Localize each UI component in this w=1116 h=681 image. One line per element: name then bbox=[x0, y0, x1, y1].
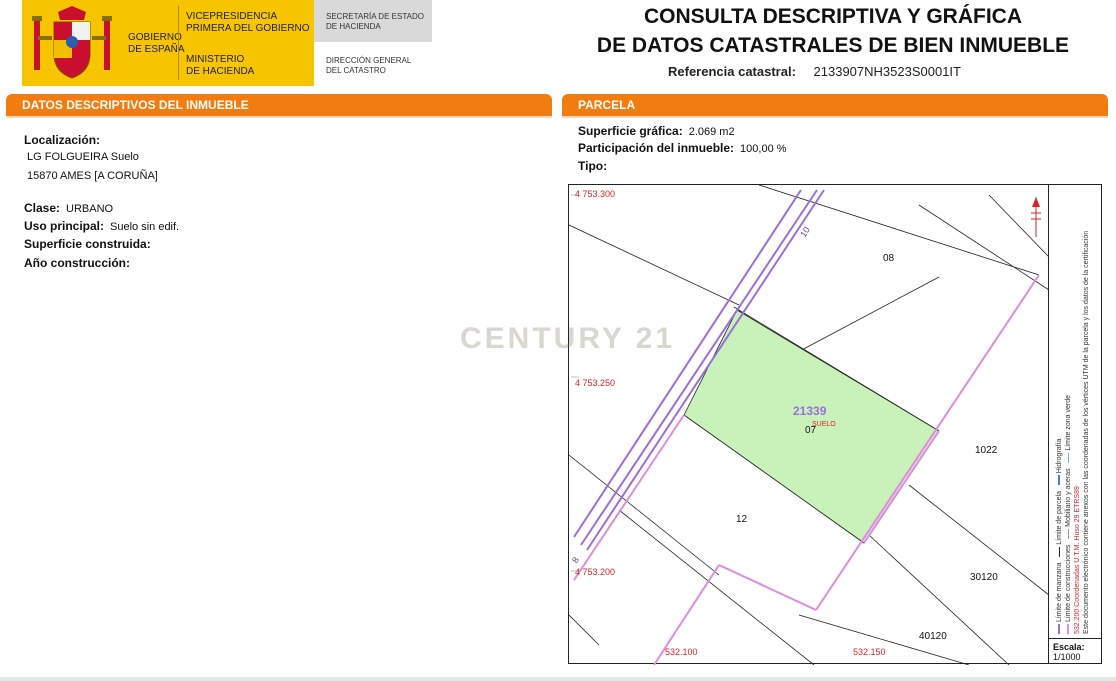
legend-parcela: Límite de parcela bbox=[1056, 491, 1063, 545]
ref-label: Referencia catastral: bbox=[668, 64, 796, 79]
logo-divider bbox=[178, 6, 179, 80]
title-line1: CONSULTA DESCRIPTIVA Y GRÁFICA bbox=[643, 5, 1023, 28]
legend-text-block: Límite de manzana Límite de parcela Hidr… bbox=[1055, 194, 1101, 634]
clase-label: Clase: bbox=[24, 201, 61, 215]
section-rule-right bbox=[562, 116, 1108, 118]
legend-manzana: Límite de manzana bbox=[1056, 562, 1063, 623]
clase-value: URBANO bbox=[66, 203, 114, 215]
page-title: CONSULTA DESCRIPTIVA Y GRÁFICA DE DATOS … bbox=[560, 2, 1106, 60]
section-header-parcela: PARCELA bbox=[562, 94, 1108, 116]
vice-line1: VICEPRESIDENCIA bbox=[186, 11, 278, 22]
coat-of-arms-icon bbox=[32, 6, 112, 79]
vicepresidencia-label: VICEPRESIDENCIA PRIMERA DEL GOBIERNO bbox=[186, 11, 310, 35]
participacion-label: Participación del inmueble: bbox=[578, 141, 735, 155]
sec-line2: DE HACIENDA bbox=[326, 22, 381, 31]
map-drawing bbox=[569, 185, 1050, 665]
vice-line2: PRIMERA DEL GOBIERNO bbox=[186, 23, 310, 34]
localizacion-line2: 15870 AMES [A CORUÑA] bbox=[27, 170, 158, 182]
tipo-field: Tipo: bbox=[578, 159, 607, 173]
legend-construcciones: Límite de construcciones bbox=[1065, 544, 1072, 623]
map-legend: Límite de manzana Límite de parcela Hidr… bbox=[1048, 185, 1101, 638]
legend-row-2: Límite de construcciones Mobiliario y ac… bbox=[1064, 194, 1073, 634]
ministerio-label: MINISTERIO DE HACIENDA bbox=[186, 54, 254, 78]
x-label-2: 532.150 bbox=[853, 647, 886, 657]
y-label-3: 4 753.200 bbox=[575, 567, 616, 577]
scale-box: Escala: 1/1000 bbox=[1048, 638, 1101, 663]
gobierno-label: GOBIERNO DE ESPAÑA bbox=[128, 32, 185, 55]
legend-mobiliario-swatch bbox=[1067, 528, 1069, 539]
legend-note: Este documento electrónico contiene anex… bbox=[1083, 230, 1090, 634]
sec-line1: SECRETARÍA DE ESTADO bbox=[326, 12, 424, 21]
y-label-2: 4 753.250 bbox=[575, 378, 616, 388]
localizacion-field: Localización: bbox=[24, 133, 100, 147]
localizacion-label: Localización: bbox=[24, 133, 101, 147]
superficie-construida-field: Superficie construida: bbox=[24, 237, 151, 251]
x-label-1: 532.100 bbox=[665, 647, 698, 657]
uso-field: Uso principal: Suelo sin edif. bbox=[24, 219, 179, 233]
parcel-label-30120: 30120 bbox=[970, 572, 998, 583]
min-line2: DE HACIENDA bbox=[186, 66, 255, 77]
parcel-label-1022: 1022 bbox=[975, 445, 998, 456]
legend-zona-verde-swatch bbox=[1067, 452, 1069, 463]
superficie-grafica-field: Superficie gráfica: 2.069 m2 bbox=[578, 124, 735, 138]
scale-value: 1/1000 bbox=[1053, 652, 1081, 662]
parcel-label-12: 12 bbox=[736, 514, 748, 525]
parcel-label-08: 08 bbox=[883, 253, 895, 264]
cadastral-map[interactable]: 4 753.300 4 753.250 4 753.200 532.100 53… bbox=[568, 184, 1102, 665]
ref-value: 2133907NH3523S0001IT bbox=[813, 64, 961, 79]
gobierno-logo-block: GOBIERNO DE ESPAÑA VICEPRESIDENCIA PRIME… bbox=[22, 0, 314, 86]
section-rule-left bbox=[6, 116, 552, 118]
localizacion-line1: LG FOLGUEIRA Suelo bbox=[27, 151, 139, 163]
superficie-grafica-label: Superficie gráfica: bbox=[578, 124, 683, 138]
bottom-rule bbox=[0, 677, 1116, 681]
anio-construccion-field: Año construcción: bbox=[24, 256, 130, 270]
legend-construcciones-swatch bbox=[1067, 624, 1070, 634]
main-parcel-number: 21339 bbox=[793, 404, 827, 418]
parcel-label-40120: 40120 bbox=[919, 631, 947, 642]
secretaria-label: SECRETARÍA DE ESTADO DE HACIENDA bbox=[326, 12, 424, 32]
legend-hidrografia-swatch bbox=[1058, 475, 1061, 486]
legend-hidrografia: Hidrografía bbox=[1056, 438, 1063, 474]
legend-row-1: Límite de manzana Límite de parcela Hidr… bbox=[1055, 194, 1064, 634]
legend-coordinates: 532.200 Coordenadas U.T.M. Huso 29 ETRS8… bbox=[1074, 486, 1081, 634]
main-parcel-sub: SUELO bbox=[812, 421, 836, 428]
legend-manzana-swatch bbox=[1058, 624, 1061, 634]
legend-mobiliario: Mobiliario y aceras bbox=[1065, 468, 1072, 527]
north-arrow-icon bbox=[1031, 197, 1041, 237]
clase-field: Clase: URBANO bbox=[24, 201, 113, 215]
participacion-field: Participación del inmueble: 100,00 % bbox=[578, 141, 787, 155]
anio-construccion-label: Año construcción: bbox=[24, 256, 131, 270]
secretaria-block: SECRETARÍA DE ESTADO DE HACIENDA bbox=[314, 0, 432, 42]
uso-label: Uso principal: bbox=[24, 219, 105, 233]
superficie-grafica-value: 2.069 m2 bbox=[688, 126, 735, 138]
title-line2: DE DATOS CATASTRALES DE BIEN INMUEBLE bbox=[596, 34, 1070, 57]
section-header-descriptivos: DATOS DESCRIPTIVOS DEL INMUEBLE bbox=[6, 94, 552, 116]
superficie-construida-label: Superficie construida: bbox=[24, 237, 151, 251]
dir-line2: DEL CATASTRO bbox=[326, 66, 386, 75]
direccion-label: DIRECCIÓN GENERAL DEL CATASTRO bbox=[326, 56, 411, 76]
watermark-text: CENTURY 21 bbox=[460, 322, 676, 355]
y-label-1: 4 753.300 bbox=[575, 189, 616, 199]
uso-value: Suelo sin edif. bbox=[110, 221, 180, 233]
participacion-value: 100,00 % bbox=[740, 143, 787, 155]
min-line1: MINISTERIO bbox=[186, 54, 245, 65]
referencia-catastral: Referencia catastral: 2133907NH3523S0001… bbox=[668, 64, 961, 79]
legend-zona-verde: Límite zona verde bbox=[1065, 395, 1072, 451]
scale-label: Escala: bbox=[1053, 642, 1085, 652]
tipo-label: Tipo: bbox=[578, 159, 608, 173]
dir-line1: DIRECCIÓN GENERAL bbox=[326, 56, 412, 65]
legend-parcela-swatch bbox=[1058, 546, 1060, 557]
